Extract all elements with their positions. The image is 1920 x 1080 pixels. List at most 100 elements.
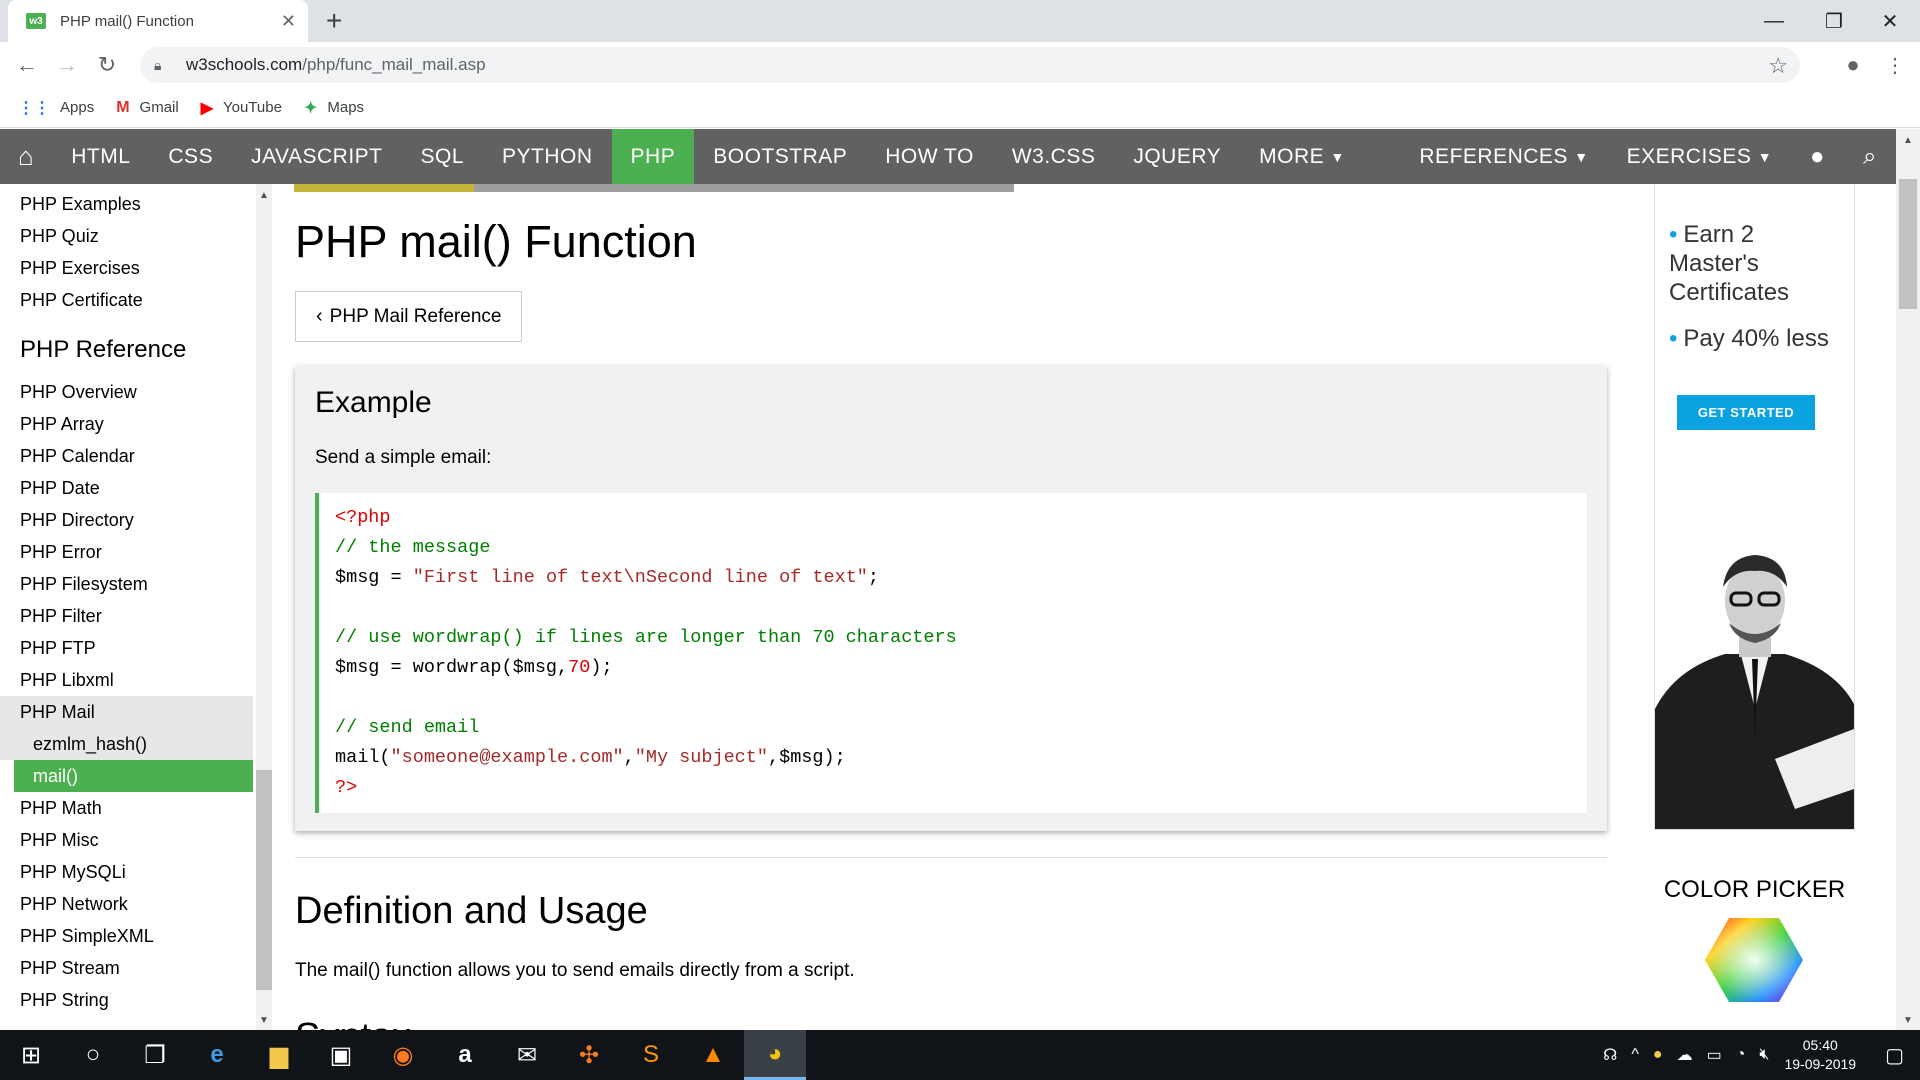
advertisement[interactable]: • Earn 2 Master's Certificates • Pay 40% l…	[1654, 184, 1855, 830]
sidebar-item-php-quiz[interactable]: PHP Quiz	[0, 220, 272, 252]
chevron-left-icon: ‹	[316, 305, 323, 327]
nav-javascript[interactable]: JAVASCRIPT	[232, 129, 401, 184]
nav-python[interactable]: PYTHON	[483, 129, 612, 184]
task-view-icon[interactable]: ❐	[124, 1030, 186, 1080]
code-comment: // use wordwrap() if lines are longer th…	[335, 627, 957, 648]
new-tab-icon[interactable]: +	[326, 6, 342, 36]
example-heading: Example	[315, 386, 432, 419]
color-picker-heading: COLOR PICKER	[1663, 876, 1846, 903]
volume-muted-icon[interactable]: 🔇︎	[1759, 1046, 1769, 1064]
bookmark-gmail[interactable]: M Gmail	[116, 99, 179, 117]
sidebar-item[interactable]: PHP Misc	[0, 824, 272, 856]
bookmark-maps[interactable]: ✦ Maps	[304, 98, 364, 118]
color-picker-icon[interactable]	[1705, 918, 1803, 1002]
back-icon[interactable]: ←	[12, 50, 42, 80]
syntax-heading-partial: Syntax	[295, 1016, 411, 1030]
address-bar[interactable]: 🔒︎ w3schools.com/php/func_mail_mail.asp …	[140, 47, 1800, 83]
sidebar-item[interactable]: PHP Date	[0, 472, 272, 504]
sidebar-item[interactable]: PHP Stream	[0, 952, 272, 984]
people-icon[interactable]: ☊	[1603, 1045, 1617, 1065]
home-icon[interactable]: ⌂	[0, 129, 52, 184]
example-box: Example Send a simple email: <?php // the…	[295, 366, 1607, 831]
store-icon[interactable]: ▣	[310, 1030, 372, 1080]
bookmark-apps[interactable]: ⋮⋮ Apps	[18, 98, 94, 118]
page-scroll-thumb[interactable]	[1899, 179, 1917, 309]
search-circle-icon[interactable]: ○	[62, 1030, 124, 1080]
onedrive-icon[interactable]: ☁	[1677, 1045, 1693, 1065]
sidebar-item-php-mail[interactable]: PHP Mail	[0, 696, 253, 728]
nav-references[interactable]: REFERENCES ▼	[1400, 129, 1607, 184]
browser-tab[interactable]: w3 PHP mail() Function ✕	[8, 0, 308, 42]
sidebar-scroll-thumb[interactable]	[256, 770, 272, 990]
minimize-icon[interactable]: —	[1746, 0, 1802, 42]
scroll-up-icon[interactable]: ▲	[259, 190, 269, 201]
sidebar-item[interactable]: PHP Directory	[0, 504, 272, 536]
nav-css[interactable]: CSS	[149, 129, 232, 184]
norton-icon[interactable]: ●	[1653, 1046, 1663, 1064]
bookmark-youtube[interactable]: ▶ YouTube	[201, 98, 282, 118]
nav-php[interactable]: PHP	[611, 129, 695, 184]
sidebar-item-php-exercises[interactable]: PHP Exercises	[0, 252, 272, 284]
chrome-icon[interactable]: ◕	[744, 1030, 806, 1080]
forward-icon[interactable]: →	[52, 50, 82, 80]
close-tab-icon[interactable]: ✕	[281, 11, 296, 32]
sidebar-subitem-mail-active[interactable]: mail()	[14, 760, 253, 792]
sidebar-item[interactable]: PHP Array	[0, 408, 272, 440]
sidebar-item[interactable]: PHP Network	[0, 888, 272, 920]
bookmark-star-icon[interactable]: ☆	[1768, 53, 1788, 79]
sidebar-item[interactable]: PHP Libxml	[0, 664, 272, 696]
sidebar-item-php-certificate[interactable]: PHP Certificate	[0, 284, 272, 316]
tray-expand-icon[interactable]: ^	[1631, 1046, 1639, 1064]
globe-icon[interactable]: ●	[1791, 129, 1844, 184]
sidebar-item[interactable]: PHP Filesystem	[0, 568, 272, 600]
nav-html[interactable]: HTML	[52, 129, 149, 184]
sidebar-item[interactable]: PHP MySQLi	[0, 856, 272, 888]
sidebar-item[interactable]: PHP Calendar	[0, 440, 272, 472]
sidebar-item[interactable]: PHP Error	[0, 536, 272, 568]
vlc-icon[interactable]: ▲	[682, 1030, 744, 1080]
sidebar-item-php-examples[interactable]: PHP Examples	[0, 188, 272, 220]
sidebar-item[interactable]: PHP SimpleXML	[0, 920, 272, 952]
firefox-icon[interactable]: ◉	[372, 1030, 434, 1080]
search-icon[interactable]: ⌕	[1844, 129, 1896, 184]
sublime-icon[interactable]: S	[620, 1030, 682, 1080]
nav-how-to[interactable]: HOW TO	[866, 129, 993, 184]
wifi-icon[interactable]: ◔	[1736, 1046, 1746, 1064]
ad-bullet: • Pay 40% less	[1669, 324, 1829, 353]
scroll-down-icon[interactable]: ▼	[1903, 1015, 1913, 1026]
account-icon[interactable]: ●	[1838, 50, 1868, 80]
sidebar-item[interactable]: PHP Filter	[0, 600, 272, 632]
xampp-icon[interactable]: ✣	[558, 1030, 620, 1080]
file-explorer-icon[interactable]: ▆	[248, 1030, 310, 1080]
maximize-icon[interactable]: ❐	[1806, 0, 1862, 42]
sidebar-subitem-ezmlm-hash[interactable]: ezmlm_hash()	[0, 728, 253, 760]
clock[interactable]: 05:40 19-09-2019	[1784, 1036, 1856, 1074]
battery-icon[interactable]: ▭	[1707, 1045, 1722, 1065]
notifications-icon[interactable]: ▢	[1885, 1043, 1904, 1068]
get-started-button[interactable]: GET STARTED	[1677, 395, 1815, 430]
top-navbar: ⌂ HTML CSS JAVASCRIPT SQL PYTHON PHP BOO…	[0, 129, 1896, 184]
sidebar-item[interactable]: PHP Overview	[0, 376, 272, 408]
edge-icon[interactable]: e	[186, 1030, 248, 1080]
page-scrollbar[interactable]: ▲ ▼	[1896, 129, 1920, 1030]
windows-start-icon[interactable]: ⊞	[0, 1030, 62, 1080]
nav-more[interactable]: MORE ▼	[1240, 129, 1364, 184]
close-window-icon[interactable]: ✕	[1862, 0, 1918, 42]
reload-icon[interactable]: ↻	[92, 50, 122, 80]
sidebar-item[interactable]: PHP Math	[0, 792, 272, 824]
ad-bullet-text: Pay 40% less	[1683, 325, 1829, 352]
php-mail-reference-button[interactable]: ‹ PHP Mail Reference	[295, 291, 523, 342]
nav-sql[interactable]: SQL	[402, 129, 484, 184]
sidebar-item[interactable]: PHP String	[0, 984, 272, 1016]
nav-bootstrap[interactable]: BOOTSTRAP	[694, 129, 866, 184]
scroll-down-icon[interactable]: ▼	[259, 1015, 269, 1026]
scroll-up-icon[interactable]: ▲	[1903, 135, 1913, 146]
mail-icon[interactable]: ✉	[496, 1030, 558, 1080]
nav-jquery[interactable]: JQUERY	[1114, 129, 1240, 184]
sidebar-item[interactable]: PHP FTP	[0, 632, 272, 664]
nav-w3css[interactable]: W3.CSS	[993, 129, 1115, 184]
nav-exercises[interactable]: EXERCISES ▼	[1608, 129, 1791, 184]
sidebar-scrollbar[interactable]: ▲ ▼	[256, 184, 272, 1030]
amazon-icon[interactable]: a	[434, 1030, 496, 1080]
menu-kebab-icon[interactable]: ⋮	[1880, 50, 1910, 80]
